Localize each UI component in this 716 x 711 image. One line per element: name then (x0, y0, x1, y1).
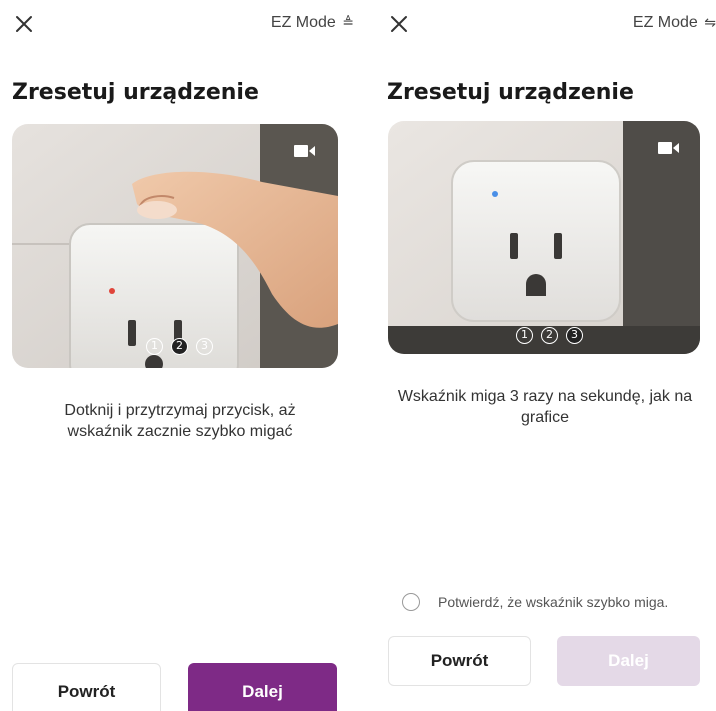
step-dot-active: 3 (566, 327, 583, 344)
confirm-label: Potwierdź, że wskaźnik szybko miga. (438, 594, 669, 610)
ez-mode-icon: ≜ (342, 14, 354, 30)
next-button[interactable]: Dalej (188, 663, 337, 711)
step-indicator: 1 2 3 (516, 327, 583, 344)
back-button[interactable]: Powrót (12, 663, 161, 711)
step-dot: 2 (541, 327, 558, 344)
back-button[interactable]: Powrót (388, 636, 531, 686)
reset-animation-video[interactable]: 1 2 3 (12, 124, 338, 368)
radio-button[interactable] (402, 593, 420, 611)
ez-mode-label: EZ Mode (632, 14, 698, 31)
instruction-text: Wskaźnik miga 3 razy na sekundę, jak na … (367, 386, 716, 428)
ez-mode-icon: ⇋ (704, 14, 716, 30)
next-button-disabled[interactable]: Dalej (557, 636, 700, 686)
plug-press-illustration (12, 124, 338, 368)
instruction-line-1: Dotknij i przytrzymaj przycisk, aż (64, 402, 296, 419)
step-dot: 1 (516, 327, 533, 344)
instruction-line-1: Wskaźnik miga 3 razy na sekundę, jak na (397, 388, 693, 405)
page-title: Zresetuj urządzenie (387, 80, 634, 105)
reset-screen-step-press: EZ Mode ≜ Zresetuj urządzenie 1 2 3 Dotk… (0, 0, 360, 711)
ez-mode-button[interactable]: EZ Mode ⇋ (633, 14, 716, 32)
close-icon[interactable] (385, 10, 413, 38)
confirm-blink-checkbox[interactable]: Potwierdź, że wskaźnik szybko miga. (402, 593, 668, 611)
step-indicator: 1 2 3 (146, 338, 213, 355)
video-camera-icon[interactable] (294, 144, 316, 158)
step-dot-active: 2 (171, 338, 188, 355)
ez-mode-button[interactable]: EZ Mode ≜ (271, 14, 354, 32)
step-dot: 1 (146, 338, 163, 355)
video-camera-icon[interactable] (658, 141, 680, 155)
reset-animation-video[interactable]: 1 2 3 (388, 121, 700, 354)
step-dot: 3 (196, 338, 213, 355)
ez-mode-label: EZ Mode (270, 14, 336, 31)
instruction-text: Dotknij i przytrzymaj przycisk, aż wskaź… (0, 400, 360, 442)
close-icon[interactable] (10, 10, 38, 38)
plug-blink-illustration (388, 121, 700, 354)
reset-screen-step-blink: EZ Mode ⇋ Zresetuj urządzenie 1 2 3 Wska… (375, 0, 716, 711)
instruction-line-2: grafice (520, 409, 570, 426)
top-bar: EZ Mode ≜ (0, 0, 360, 50)
page-title: Zresetuj urządzenie (12, 80, 259, 105)
top-bar: EZ Mode ⇋ (375, 0, 716, 50)
instruction-line-2: wskaźnik zacznie szybko migać (67, 423, 293, 440)
